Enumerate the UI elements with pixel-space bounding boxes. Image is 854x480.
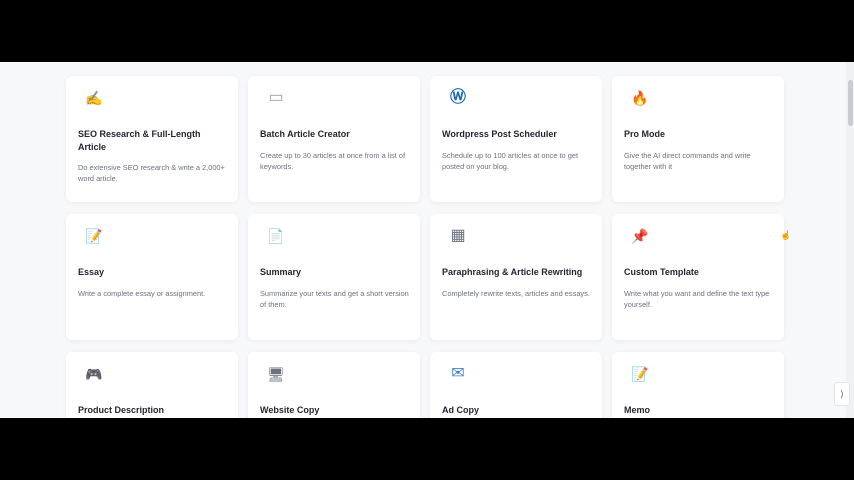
card-description: Summarize your texts and get a short ver… [260,289,409,309]
card-title: Custom Template [624,267,699,277]
card-title: Pro Mode [624,129,666,139]
card-title: Summary [260,267,302,277]
game-controller-icon: 🎮 [85,366,103,382]
website-icon: 🖥 [267,366,285,382]
scrollbar-thumb[interactable] [848,80,853,126]
card-product-description[interactable]: 🎮 Product Description [66,352,238,418]
calendar-icon: ▦ [450,227,466,244]
card-paraphrasing[interactable]: ▦ Paraphrasing & Article Rewriting Compl… [430,214,602,340]
card-description: Completely rewrite texts, articles and e… [442,289,590,298]
card-batch-article[interactable]: ▭ Batch Article Creator Create up to 30 … [248,76,420,202]
card-title: Essay [78,267,105,277]
card-title: Ad Copy [442,405,479,415]
card-title: Memo [624,405,651,415]
main-content: ✍️ SEO Research & Full-Length Article Do… [0,62,854,418]
mouse-cursor-icon: ☝ [780,230,792,240]
card-custom-template[interactable]: 📌 Custom Template Write what you want an… [612,214,784,340]
card-website-copy[interactable]: 🖥 Website Copy [248,352,420,418]
pushpin-icon: 📌 [631,228,649,244]
card-description: Write a complete essay or assignment. [78,289,206,298]
card-title: Batch Article Creator [260,129,350,139]
card-title: SEO Research & Full-Length Article [78,129,201,152]
writing-hand-icon: ✍️ [85,90,103,106]
memo-pencil-icon: 📝 [631,366,649,382]
envelope-icon: ✉ [451,365,465,382]
collapse-toggle-button[interactable]: ⟩ [834,382,850,406]
wordpress-icon: Ⓦ [449,89,466,106]
card-description: Schedule up to 100 articles at once to g… [442,151,578,171]
card-seo-research[interactable]: ✍️ SEO Research & Full-Length Article Do… [66,76,238,202]
keyboard-icon: ▭ [268,89,284,106]
card-description: Give the AI direct commands and write to… [624,151,751,171]
card-description: Do extensive SEO research & write a 2,00… [78,163,225,183]
card-description: Write what you want and define the text … [624,289,770,309]
scrollbar-track[interactable] [846,62,854,418]
card-memo[interactable]: 📝 Memo [612,352,784,418]
card-title: Product Description [78,405,165,415]
card-description: Create up to 30 articles at once from a … [260,151,406,171]
card-ad-copy[interactable]: ✉ Ad Copy [430,352,602,418]
card-title: Website Copy [260,405,320,415]
card-wordpress-scheduler[interactable]: Ⓦ Wordpress Post Scheduler Schedule up t… [430,76,602,202]
document-icon: 📄 [267,228,285,244]
card-summary[interactable]: 📄 Summary Summarize your texts and get a… [248,214,420,340]
card-essay[interactable]: 📝 Essay Write a complete essay or assign… [66,214,238,340]
fire-icon: 🔥 [631,90,649,106]
card-pro-mode[interactable]: 🔥 Pro Mode Give the AI direct commands a… [612,76,784,202]
card-title: Paraphrasing & Article Rewriting [442,267,583,277]
card-title: Wordpress Post Scheduler [442,129,557,139]
memo-icon: 📝 [85,228,103,244]
